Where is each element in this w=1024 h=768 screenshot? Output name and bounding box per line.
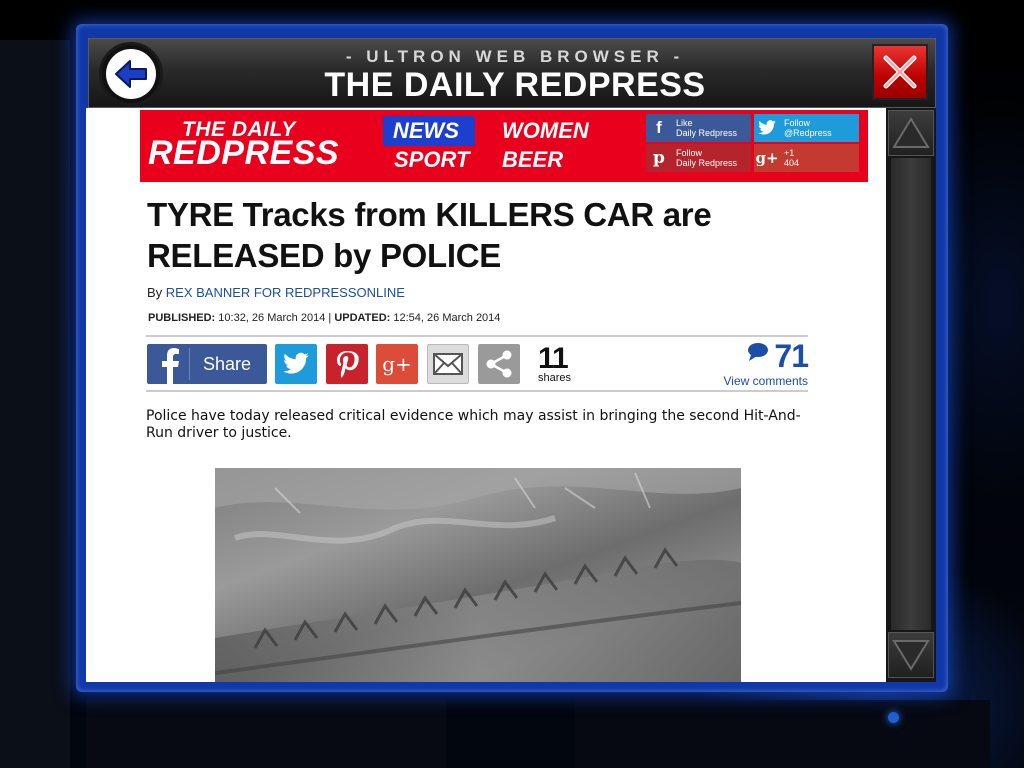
twitter-follow-label: Follow <box>784 118 811 128</box>
close-button[interactable] <box>872 44 928 100</box>
google-plus-icon: g+ <box>755 149 779 167</box>
updated-label: UPDATED: <box>334 312 391 324</box>
email-icon <box>433 353 463 375</box>
pinterest-follow-target: Daily Redpress <box>676 158 738 168</box>
facebook-like-box[interactable]: f Like Daily Redpress <box>646 114 751 142</box>
nav-news[interactable]: NEWS <box>383 116 475 146</box>
share-count-label: shares <box>538 372 572 384</box>
google-plus-label: +1 <box>784 148 795 158</box>
facebook-icon: f <box>656 118 662 137</box>
background-panel-bottom <box>86 700 446 768</box>
published-value: 10:32, 26 March 2014 <box>218 312 326 324</box>
author-link[interactable]: REX BANNER FOR REDPRESSONLINE <box>166 285 405 300</box>
article-body-paragraph: Police have today released critical evid… <box>146 408 801 441</box>
view-comments-link[interactable]: View comments <box>710 374 808 388</box>
site-logo-line2[interactable]: REDPRESS <box>148 134 339 173</box>
facebook-share-label: Share <box>203 354 252 374</box>
pinterest-follow-box[interactable]: p Follow Daily Redpress <box>646 144 751 172</box>
nav-beer[interactable]: BEER <box>502 147 563 173</box>
facebook-share-button[interactable]: Share <box>147 344 267 384</box>
comment-count[interactable]: 71 <box>748 338 809 375</box>
scroll-up-button[interactable] <box>888 110 934 156</box>
share-bar-bottom-rule <box>146 390 808 392</box>
background-panel-bottom-right <box>575 700 990 768</box>
facebook-like-label: Like <box>676 118 693 128</box>
google-plus-share-button[interactable]: g+ <box>376 344 418 384</box>
scroll-down-button[interactable] <box>888 632 934 678</box>
share-count: 11 <box>538 342 569 375</box>
pinterest-follow-label: Follow <box>676 148 703 158</box>
browser-subtitle: - ULTRON WEB BROWSER - <box>345 47 685 66</box>
email-share-button[interactable] <box>427 344 469 384</box>
twitter-icon <box>754 114 780 142</box>
background-light-dot <box>888 712 899 723</box>
facebook-share-divider <box>189 348 190 380</box>
updated-value: 12:54, 26 March 2014 <box>393 312 501 324</box>
date-separator: | <box>328 312 332 324</box>
pinterest-icon <box>337 351 359 378</box>
article-headline: TYRE Tracks from KILLERS CAR are RELEASE… <box>147 196 712 274</box>
twitter-follow-target: @Redpress <box>784 128 832 138</box>
scrollbar-track[interactable] <box>891 158 931 630</box>
scroll-up-arrow-icon <box>892 117 930 148</box>
google-plus-count: 404 <box>784 158 800 168</box>
tyre-track-photo-drawing <box>215 468 741 682</box>
back-arrow-icon <box>106 49 156 99</box>
facebook-icon <box>162 348 179 384</box>
byline-prefix: By <box>147 285 163 300</box>
article-dates: PUBLISHED: 10:32, 26 March 2014 | UPDATE… <box>148 312 500 324</box>
back-button[interactable] <box>99 42 163 106</box>
facebook-like-target: Daily Redpress <box>676 128 738 138</box>
share-bar-top-rule <box>146 335 808 337</box>
google-plus-box[interactable]: g+ +1 404 <box>754 144 859 172</box>
generic-share-button[interactable] <box>478 344 520 384</box>
twitter-share-button[interactable] <box>275 344 317 384</box>
scroll-down-arrow-icon <box>892 640 930 671</box>
share-icon <box>486 350 512 378</box>
published-label: PUBLISHED: <box>148 312 216 324</box>
twitter-follow-box[interactable]: Follow @Redpress <box>754 114 859 142</box>
pinterest-share-button[interactable] <box>326 344 368 384</box>
google-plus-icon: g+ <box>382 352 412 376</box>
background-panel-left <box>0 40 70 768</box>
nav-women[interactable]: WOMEN <box>502 118 589 144</box>
browser-page-title: THE DAILY REDPRESS <box>324 66 706 104</box>
tyre-track-photo <box>215 468 741 682</box>
twitter-icon <box>283 352 309 374</box>
close-x-icon <box>883 55 917 89</box>
article-byline: By REX BANNER FOR REDPRESSONLINE <box>147 285 405 300</box>
pinterest-icon: p <box>653 148 665 168</box>
nav-sport[interactable]: SPORT <box>394 147 469 173</box>
